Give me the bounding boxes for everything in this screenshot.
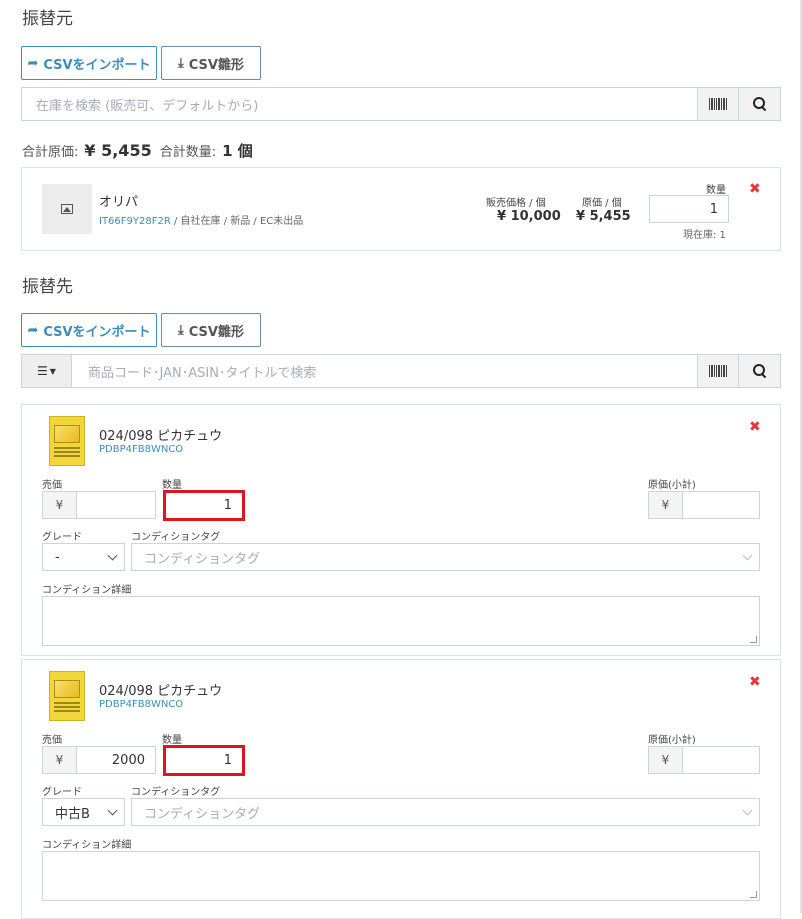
search-icon (752, 364, 767, 378)
sale-price-group: ¥ 2000 (42, 746, 156, 774)
dest-import-csv-label: CSVをインポート (43, 324, 151, 340)
grade-select[interactable]: - (42, 543, 125, 571)
sale-price-group: ¥ (42, 491, 156, 519)
barcode-icon (709, 98, 727, 110)
condition-tag-select[interactable]: コンディションタグ (131, 798, 760, 826)
barcode-icon (709, 365, 727, 377)
source-search-bar: 在庫を検索 (販売可、デフォルトから) (21, 87, 781, 121)
total-cost-value: ¥ 5,455 (84, 141, 152, 160)
grade-label: グレード (42, 787, 82, 798)
dest-csv-template-label: CSV雛形 (188, 324, 244, 340)
cost-subtotal-label: 原価(小計) (648, 480, 696, 491)
dest-item-name: 024/098 ピカチュウ (99, 684, 223, 699)
cost-subtotal-group: ¥ (648, 746, 760, 774)
product-card-image (49, 416, 85, 466)
sliders-icon: ☰ (37, 364, 48, 378)
dest-item-remove-icon[interactable]: ✖ (749, 419, 761, 435)
caret-down-icon: ▼ (49, 366, 56, 376)
qty-label: 数量 (162, 480, 182, 491)
current-stock-label: 現在庫: 1 (683, 230, 726, 241)
qty-input[interactable]: 1 (163, 490, 245, 521)
source-csv-template-label: CSV雛形 (188, 57, 244, 73)
filter-dropdown-button[interactable]: ☰ ▼ (21, 354, 71, 388)
cost-subtotal-label: 原価(小計) (648, 735, 696, 746)
condition-detail-label: コンディション詳細 (42, 585, 132, 596)
download-icon: ⤓ (178, 55, 184, 71)
qty-input[interactable]: 1 (163, 745, 245, 776)
condition-tag-placeholder: コンディションタグ (144, 806, 261, 822)
grade-select[interactable]: 中古B (42, 798, 125, 826)
source-item-meta: / 自社在庫 / 新品 / EC未出品 (170, 216, 304, 227)
dest-item-sku-link[interactable]: PDBP4FB8WNCO (99, 444, 183, 455)
chevron-down-icon (107, 550, 118, 560)
search-icon (752, 97, 767, 111)
source-import-csv-label: CSVをインポート (43, 57, 151, 73)
download-icon: ⤓ (178, 322, 184, 338)
sale-price-label: 販売価格 / 個 (486, 198, 546, 209)
source-import-csv-button[interactable]: ➦ CSVをインポート (21, 46, 157, 80)
condition-detail-label: コンディション詳細 (42, 840, 132, 851)
chevron-down-icon (107, 805, 118, 815)
yen-addon: ¥ (648, 746, 682, 774)
condition-tag-placeholder: コンディションタグ (144, 551, 261, 567)
chevron-down-icon (742, 550, 753, 560)
total-qty-value: 1 個 (222, 142, 253, 160)
total-qty-label: 合計数量: (159, 145, 217, 160)
dest-csv-template-button[interactable]: ⤓ CSV雛形 (161, 313, 261, 347)
dest-item-name: 024/098 ピカチュウ (99, 429, 223, 444)
dest-barcode-button[interactable] (697, 354, 739, 388)
image-placeholder-icon (61, 204, 73, 214)
condition-tag-select[interactable]: コンディションタグ (131, 543, 760, 571)
dest-search-button[interactable] (739, 354, 781, 388)
cost-subtotal-input[interactable] (682, 746, 760, 774)
source-search-input[interactable]: 在庫を検索 (販売可、デフォルトから) (21, 87, 697, 121)
source-qty-label: 数量 (706, 185, 726, 196)
total-cost-label: 合計原価: (22, 145, 79, 160)
dest-item-remove-icon[interactable]: ✖ (749, 674, 761, 690)
source-item-sku-link[interactable]: IT66F9Y28F2R (99, 216, 171, 227)
unit-cost-value: ¥ 5,455 (576, 209, 631, 224)
dest-search-input[interactable]: 商品コード･JAN･ASIN･タイトルで検索 (71, 354, 697, 388)
product-thumbnail (42, 184, 92, 234)
sale-price-label: 売価 (42, 735, 62, 746)
source-csv-template-button[interactable]: ⤓ CSV雛形 (161, 46, 261, 80)
dest-item-card: 024/098 ピカチュウ PDBP4FB8WNCO ✖ 売価 ¥ 数量 1 原… (21, 404, 781, 656)
source-item-name: オリパ (99, 195, 139, 210)
dest-item-sku-link[interactable]: PDBP4FB8WNCO (99, 699, 183, 710)
product-card-image (49, 671, 85, 721)
source-item-remove-icon[interactable]: ✖ (749, 181, 761, 197)
cost-subtotal-group: ¥ (648, 491, 760, 519)
condition-tag-label: コンディションタグ (131, 787, 221, 798)
sale-price-label: 売価 (42, 480, 62, 491)
sale-price-input[interactable]: 2000 (76, 746, 156, 774)
grade-select-value: - (55, 549, 60, 565)
share-arrow-icon: ➦ (27, 55, 39, 71)
grade-label: グレード (42, 532, 82, 543)
source-item-card: オリパ IT66F9Y28F2R / 自社在庫 / 新品 / EC未出品 販売価… (21, 167, 781, 251)
cost-subtotal-input[interactable] (682, 491, 760, 519)
dest-search-bar: ☰ ▼ 商品コード･JAN･ASIN･タイトルで検索 (21, 354, 781, 388)
yen-addon: ¥ (42, 491, 76, 519)
share-arrow-icon: ➦ (27, 322, 39, 338)
condition-detail-textarea[interactable] (42, 851, 760, 901)
source-search-button[interactable] (739, 87, 781, 121)
dest-import-csv-button[interactable]: ➦ CSVをインポート (21, 313, 157, 347)
sale-price-input[interactable] (76, 491, 156, 519)
source-totals: 合計原価: ¥ 5,455 合計数量: 1 個 (22, 140, 253, 161)
source-barcode-button[interactable] (697, 87, 739, 121)
yen-addon: ¥ (648, 491, 682, 519)
source-section-title: 振替元 (22, 9, 73, 29)
source-qty-input[interactable]: 1 (649, 195, 729, 223)
source-item-sku-line: IT66F9Y28F2R / 自社在庫 / 新品 / EC未出品 (99, 212, 303, 227)
sale-price-value: ¥ 10,000 (497, 209, 561, 224)
dest-section-title: 振替先 (22, 277, 73, 297)
grade-select-value: 中古B (55, 806, 90, 822)
condition-detail-textarea[interactable] (42, 596, 760, 646)
chevron-down-icon (742, 805, 753, 815)
dest-item-card: 024/098 ピカチュウ PDBP4FB8WNCO ✖ 売価 ¥ 2000 数… (21, 659, 781, 919)
unit-cost-label: 原価 / 個 (582, 198, 622, 209)
condition-tag-label: コンディションタグ (131, 532, 221, 543)
qty-label: 数量 (162, 735, 182, 746)
yen-addon: ¥ (42, 746, 76, 774)
